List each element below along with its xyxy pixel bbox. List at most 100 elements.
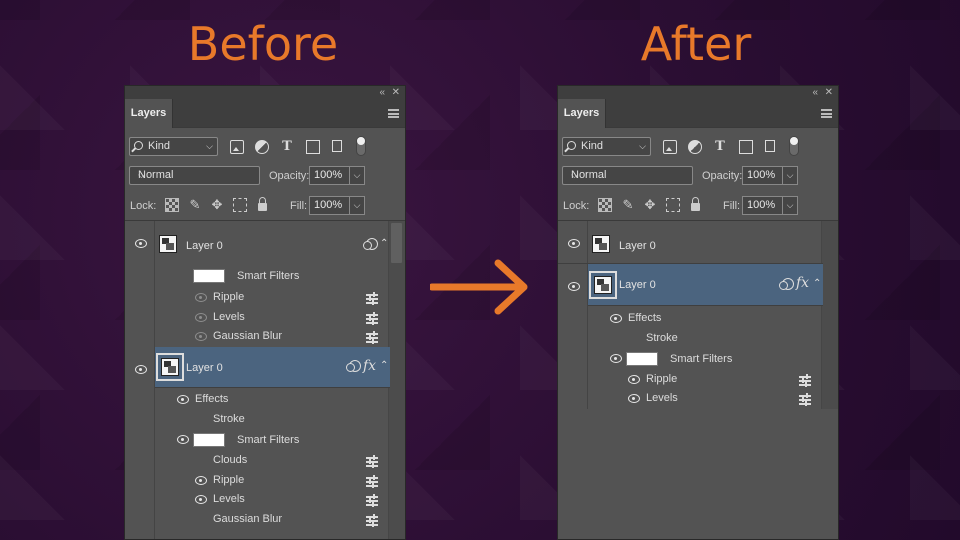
filter-mask-thumbnail[interactable] (193, 269, 225, 283)
collapse-icon[interactable]: « (812, 86, 818, 100)
search-icon (567, 141, 576, 150)
layer-thumbnail (156, 353, 184, 381)
lock-all-icon[interactable] (691, 197, 700, 211)
fill-input[interactable]: 100% (309, 196, 351, 215)
blending-options-icon[interactable] (799, 374, 811, 387)
fx-icon[interactable]: fx (363, 358, 376, 374)
filter-mask-thumbnail[interactable] (193, 433, 225, 447)
smart-filters-label: Smart Filters (237, 270, 300, 282)
lock-transparent-icon[interactable] (598, 198, 612, 212)
fill-label: Fill: (290, 200, 308, 212)
image-icon[interactable] (663, 140, 677, 154)
opacity-input[interactable]: 100% (309, 166, 351, 185)
eye-icon[interactable] (568, 239, 580, 248)
chevron-down-icon: ⌵ (138, 170, 145, 180)
smart-object-icon[interactable] (765, 140, 775, 152)
blending-options-icon[interactable] (366, 455, 378, 468)
eye-icon[interactable] (628, 375, 640, 384)
panel-menu-icon[interactable] (821, 109, 832, 118)
kind-filter-select[interactable]: Kind ⌵ (562, 137, 651, 156)
lock-paint-icon[interactable]: ✎ (621, 198, 635, 212)
close-icon[interactable]: ✕ (825, 86, 833, 100)
fill-input[interactable]: 100% (742, 196, 784, 215)
blending-options-icon[interactable] (799, 393, 811, 406)
lock-label: Lock: (130, 200, 157, 212)
lock-position-icon[interactable]: ✥ (643, 198, 657, 212)
lock-paint-icon[interactable]: ✎ (188, 198, 202, 212)
scrollbar[interactable] (821, 221, 838, 409)
eye-icon[interactable] (195, 495, 207, 504)
opacity-dropdown[interactable]: ⌵ (782, 166, 798, 185)
layer-thumbnail (589, 271, 617, 299)
effect-name: Stroke (646, 332, 678, 344)
collapse-caret-icon[interactable]: ⌃ (380, 360, 388, 371)
search-icon (134, 141, 143, 150)
collapse-caret-icon[interactable]: ⌃ (813, 278, 821, 289)
lock-artboard-icon[interactable] (233, 198, 247, 212)
filter-name: Levels (213, 311, 245, 323)
adjustment-icon[interactable] (255, 140, 269, 154)
blending-options-icon[interactable] (366, 312, 378, 325)
before-title: Before (187, 17, 339, 71)
blending-options-icon[interactable] (366, 475, 378, 488)
scrollbar[interactable] (388, 221, 405, 539)
fill-dropdown[interactable]: ⌵ (782, 196, 798, 215)
blending-options-icon[interactable] (366, 514, 378, 527)
eye-icon[interactable] (195, 293, 207, 302)
layers-panel-before: « ✕ Layers Kind ⌵ T Normal ⌵ Opacity: 100%… (124, 85, 406, 540)
smart-object-badge-icon (779, 278, 794, 290)
layer-row[interactable]: Layer 0 (558, 221, 823, 264)
eye-icon[interactable] (177, 395, 189, 404)
lock-transparent-icon[interactable] (165, 198, 179, 212)
adjustment-icon[interactable] (688, 140, 702, 154)
layer-row-selected[interactable]: Layer 0 fx ⌃ (155, 347, 390, 388)
lock-position-icon[interactable]: ✥ (210, 198, 224, 212)
eye-icon[interactable] (195, 332, 207, 341)
tab-layers[interactable]: Layers (558, 99, 606, 128)
effects-label: Effects (195, 393, 229, 405)
filter-toggle[interactable] (789, 136, 799, 156)
layer-name: Layer 0 (619, 279, 656, 291)
layer-row-selected[interactable]: Layer 0 fx ⌃ (588, 264, 823, 306)
blend-mode-select[interactable]: Normal ⌵ (562, 166, 693, 185)
layer-name: Layer 0 (186, 240, 223, 252)
eye-icon[interactable] (195, 313, 207, 322)
eye-icon[interactable] (628, 394, 640, 403)
opacity-dropdown[interactable]: ⌵ (349, 166, 365, 185)
eye-icon[interactable] (177, 435, 189, 444)
smart-object-icon[interactable] (332, 140, 342, 152)
opacity-input[interactable]: 100% (742, 166, 784, 185)
layer-row[interactable]: Layer 0 ⌃ (125, 221, 390, 266)
tab-layers[interactable]: Layers (125, 99, 173, 128)
shape-icon[interactable] (306, 140, 320, 154)
lock-label: Lock: (563, 200, 590, 212)
blending-options-icon[interactable] (366, 494, 378, 507)
filter-name: Gaussian Blur (213, 513, 283, 525)
filter-mask-thumbnail[interactable] (626, 352, 658, 366)
eye-icon[interactable] (195, 476, 207, 485)
fill-dropdown[interactable]: ⌵ (349, 196, 365, 215)
collapse-icon[interactable]: « (379, 86, 385, 100)
blend-mode-select[interactable]: Normal ⌵ (129, 166, 260, 185)
type-icon[interactable]: T (280, 140, 294, 154)
image-icon[interactable] (230, 140, 244, 154)
filter-toggle[interactable] (356, 136, 366, 156)
lock-artboard-icon[interactable] (666, 198, 680, 212)
type-icon[interactable]: T (713, 140, 727, 154)
blending-options-icon[interactable] (366, 292, 378, 305)
kind-filter-select[interactable]: Kind ⌵ (129, 137, 218, 156)
collapse-caret-icon[interactable]: ⌃ (380, 238, 388, 249)
eye-icon[interactable] (610, 354, 622, 363)
eye-icon[interactable] (135, 239, 147, 248)
shape-icon[interactable] (739, 140, 753, 154)
eye-icon[interactable] (568, 282, 580, 291)
eye-icon[interactable] (135, 365, 147, 374)
lock-all-icon[interactable] (258, 197, 267, 211)
smart-filters-label: Smart Filters (237, 434, 300, 446)
fx-icon[interactable]: fx (796, 275, 809, 291)
eye-icon[interactable] (610, 314, 622, 323)
panel-menu-icon[interactable] (388, 109, 399, 118)
close-icon[interactable]: ✕ (392, 86, 400, 100)
layer-name: Layer 0 (186, 362, 223, 374)
blending-options-icon[interactable] (366, 331, 378, 344)
